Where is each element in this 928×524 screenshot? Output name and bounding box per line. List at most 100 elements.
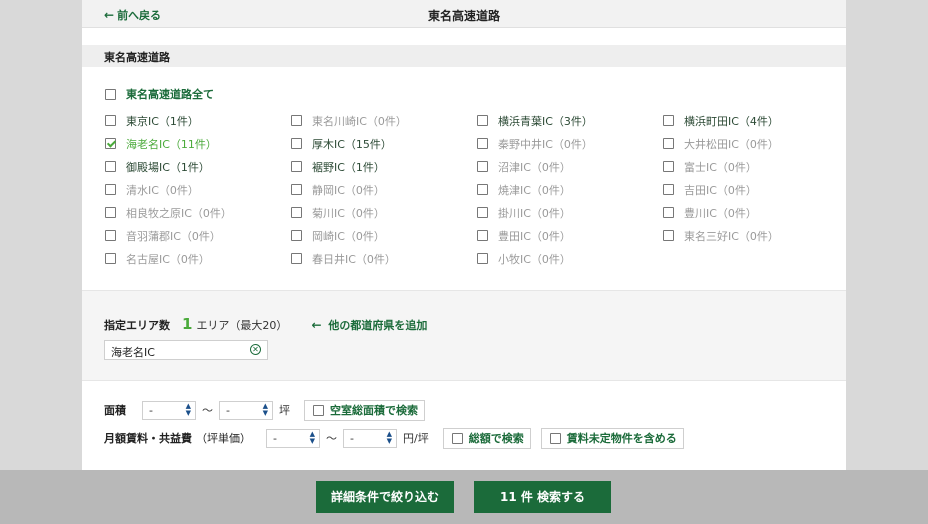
interchange-label: 清水IC（0件）	[126, 183, 199, 197]
vacant-area-checkbox[interactable]: 空室総面積で検索	[304, 399, 425, 421]
checkbox-box[interactable]	[663, 115, 674, 126]
interchange-checkbox[interactable]: 沼津IC（0件）	[477, 159, 663, 174]
floor-area-label: 面積	[104, 404, 126, 417]
interchange-label: 富士IC（0件）	[684, 160, 757, 174]
interchange-label: 豊田IC（0件）	[498, 229, 571, 243]
checkbox-box[interactable]	[477, 161, 488, 172]
interchange-checkbox[interactable]: 横浜青葉IC（3件）	[477, 113, 663, 128]
interchange-label: 東名三好IC（0件）	[684, 229, 779, 243]
rent-from-select[interactable]: - ▲ ▼	[266, 428, 320, 448]
include-undetermined-checkbox[interactable]: 賃料未定物件を含める	[540, 427, 684, 449]
area-from-select[interactable]: - ▲ ▼	[142, 400, 196, 420]
interchange-checkbox[interactable]: 岡崎IC（0件）	[291, 228, 477, 243]
checkbox-box[interactable]	[477, 207, 488, 218]
total-amount-checkbox[interactable]: 総額で検索	[442, 427, 531, 449]
rent-unit: 円/坪	[403, 432, 429, 445]
add-prefecture-label: 他の都道府県を追加	[328, 319, 428, 332]
search-button[interactable]: 11 件 検索する	[474, 481, 611, 513]
interchange-checkbox[interactable]: 焼津IC（0件）	[477, 182, 663, 197]
checkbox-box[interactable]	[663, 230, 674, 241]
checkbox-box[interactable]	[477, 184, 488, 195]
interchange-checkbox[interactable]: 横浜町田IC（4件）	[663, 113, 845, 128]
selected-area-chip: 海老名IC ✕	[104, 340, 268, 360]
interchange-checkbox[interactable]: 静岡IC（0件）	[291, 182, 477, 197]
rent-to-select[interactable]: - ▲ ▼	[343, 428, 397, 448]
checkbox-box[interactable]	[105, 207, 116, 218]
interchange-label: 沼津IC（0件）	[498, 160, 571, 174]
interchange-checkbox[interactable]: 海老名IC（11件）	[105, 136, 291, 151]
checkbox-box[interactable]	[291, 161, 302, 172]
interchange-checkbox[interactable]: 裾野IC（1件）	[291, 159, 477, 174]
checkbox-box[interactable]	[105, 253, 116, 264]
interchange-checkbox[interactable]: 御殿場IC（1件）	[105, 159, 291, 174]
add-prefecture-link[interactable]: ← 他の都道府県を追加	[311, 317, 427, 333]
interchange-checkbox[interactable]: 名古屋IC（0件）	[105, 251, 291, 266]
checkbox-box[interactable]	[291, 138, 302, 149]
checkbox-box[interactable]	[477, 115, 488, 126]
checkbox-box[interactable]	[105, 115, 116, 126]
rent-label-text: 月額賃料・共益費	[104, 432, 192, 445]
checkbox-box[interactable]	[291, 115, 302, 126]
interchange-label: 掛川IC（0件）	[498, 206, 571, 220]
interchange-label: 春日井IC（0件）	[312, 252, 396, 266]
interchange-label: 吉田IC（0件）	[684, 183, 757, 197]
footer-bar: 詳細条件で絞り込む 11 件 検索する	[0, 470, 928, 524]
area-section: 指定エリア数 1 エリア（最大20） ← 他の都道府県を追加 海老名IC ✕	[82, 290, 846, 381]
checkbox-box[interactable]	[451, 432, 463, 444]
interchange-checkbox[interactable]: 大井松田IC（0件）	[663, 136, 845, 151]
checkbox-box[interactable]	[477, 138, 488, 149]
interchange-checkbox[interactable]: 東京IC（1件）	[105, 113, 291, 128]
rent-from-value: -	[273, 431, 277, 445]
interchange-label: 豊川IC（0件）	[684, 206, 757, 220]
checkbox-box[interactable]	[663, 161, 674, 172]
checkbox-box[interactable]	[291, 184, 302, 195]
interchange-checkbox[interactable]: 掛川IC（0件）	[477, 205, 663, 220]
interchange-checkbox[interactable]: 東名川崎IC（0件）	[291, 113, 477, 128]
interchange-checkbox[interactable]: 秦野中井IC（0件）	[477, 136, 663, 151]
area-to-select[interactable]: - ▲ ▼	[219, 400, 273, 420]
remove-area-icon[interactable]: ✕	[250, 344, 261, 355]
checkbox-box[interactable]	[105, 161, 116, 172]
interchange-checkbox[interactable]: 清水IC（0件）	[105, 182, 291, 197]
checkbox-box[interactable]	[477, 253, 488, 264]
interchange-label: 菊川IC（0件）	[312, 206, 385, 220]
checkbox-box[interactable]	[105, 230, 116, 241]
checkbox-box[interactable]	[477, 230, 488, 241]
checkbox-box[interactable]	[291, 230, 302, 241]
range-tilde: 〜	[202, 404, 213, 417]
checkbox-box[interactable]	[549, 432, 561, 444]
filter-section: 面積 - ▲ ▼ 〜 - ▲ ▼ 坪 空室総面積で検索 月額賃料・共益費 （坪単価） …	[104, 399, 824, 455]
checkbox-box[interactable]	[313, 404, 324, 416]
interchange-label: 東名川崎IC（0件）	[312, 114, 407, 128]
interchange-checkbox[interactable]: 菊川IC（0件）	[291, 205, 477, 220]
checkbox-box[interactable]	[291, 207, 302, 218]
spinner-icon: ▲ ▼	[262, 401, 268, 417]
interchange-checkbox[interactable]: 小牧IC（0件）	[477, 251, 663, 266]
total-amount-label: 総額で検索	[468, 432, 524, 445]
interchange-checkbox[interactable]: 豊田IC（0件）	[477, 228, 663, 243]
interchange-label: 御殿場IC（1件）	[126, 160, 210, 174]
spinner-icon: ▲ ▼	[386, 429, 392, 445]
search-panel: ← 前へ戻る 東名高速道路 東名高速道路 東名高速道路全て 東京IC（1件） 東名…	[82, 0, 846, 470]
interchange-list: 東京IC（1件） 東名川崎IC（0件） 横浜青葉IC（3件） 横浜町田IC（4件） 海老…	[105, 113, 845, 266]
refine-button[interactable]: 詳細条件で絞り込む	[316, 481, 454, 513]
interchange-checkbox[interactable]: 豊川IC（0件）	[663, 205, 845, 220]
interchange-checkbox[interactable]: 富士IC（0件）	[663, 159, 845, 174]
checkbox-box[interactable]	[663, 138, 674, 149]
rent-label: 月額賃料・共益費 （坪単価）	[104, 430, 266, 446]
interchange-checkbox[interactable]: 東名三好IC（0件）	[663, 228, 845, 243]
select-all-checkbox[interactable]: 東名高速道路全て	[105, 86, 214, 102]
range-tilde: 〜	[326, 432, 337, 445]
checkbox-box[interactable]	[291, 253, 302, 264]
checkbox-box[interactable]	[663, 184, 674, 195]
checkbox-box[interactable]	[105, 88, 116, 100]
interchange-checkbox[interactable]: 音羽蒲郡IC（0件）	[105, 228, 291, 243]
interchange-checkbox[interactable]: 吉田IC（0件）	[663, 182, 845, 197]
interchange-checkbox[interactable]: 厚木IC（15件）	[291, 136, 477, 151]
floor-area-row: 面積 - ▲ ▼ 〜 - ▲ ▼ 坪 空室総面積で検索	[104, 399, 824, 421]
interchange-checkbox[interactable]: 相良牧之原IC（0件）	[105, 205, 291, 220]
interchange-checkbox[interactable]: 春日井IC（0件）	[291, 251, 477, 266]
checkbox-box[interactable]	[105, 184, 116, 195]
checkbox-box[interactable]	[663, 207, 674, 218]
checkbox-box[interactable]	[105, 138, 116, 149]
